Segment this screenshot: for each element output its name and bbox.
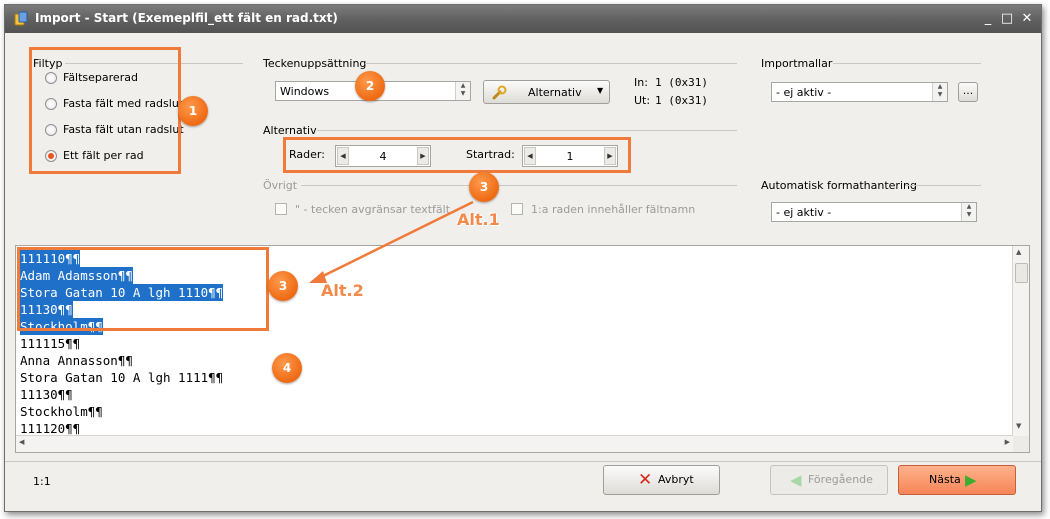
wrench-icon <box>492 85 507 100</box>
autoformat-select[interactable]: - ej aktiv - ▲ ▼ <box>771 202 977 222</box>
preview-line[interactable]: Stockholm¶¶ <box>20 403 103 420</box>
importmallar-select[interactable]: - ej aktiv - ▲ ▼ <box>771 82 948 102</box>
badge-3-alt1: 3 <box>469 172 499 202</box>
autoformat-rule <box>905 185 981 186</box>
cursor-position: 1:1 <box>33 475 51 488</box>
importmallar-value: - ej aktiv - <box>776 86 832 99</box>
autoformat-label: Automatisk formathantering <box>761 179 917 192</box>
scroll-left-icon[interactable]: ◀ <box>19 438 24 446</box>
preview-line[interactable]: 111115¶¶ <box>20 335 80 352</box>
alt2-label: Alt.2 <box>321 281 364 300</box>
charset-label: Teckenuppsättning <box>263 57 367 70</box>
spin-icon[interactable]: ▲ ▼ <box>932 83 947 101</box>
maximize-icon[interactable]: □ <box>999 11 1015 27</box>
title-bar[interactable]: Import - Start (Exemeplfil_ett fält en r… <box>5 5 1041 33</box>
badge-2: 2 <box>355 71 385 101</box>
footer-separator <box>5 461 1041 462</box>
next-button-label: Nästa <box>929 473 961 486</box>
preview-line[interactable]: Anna Annasson¶¶ <box>20 352 133 369</box>
firstrow-checkbox[interactable] <box>511 203 523 215</box>
importmallar-rule <box>833 63 981 64</box>
scroll-up-icon[interactable]: ▲ <box>1016 248 1021 256</box>
alternativ-label: Alternativ <box>263 124 317 137</box>
cancel-button[interactable]: ✕ Avbryt <box>603 465 720 495</box>
app-icon <box>14 11 28 26</box>
alternativ-button[interactable]: Alternativ ▼ <box>483 80 610 104</box>
firstrow-checkbox-label: 1:a raden innehåller fältnamn <box>531 203 696 216</box>
alt1-label: Alt.1 <box>457 210 500 229</box>
textfield-checkbox-label: " - tecken avgränsar textfält <box>295 203 451 216</box>
highlight-alternativ <box>283 137 631 173</box>
scroll-corner <box>1013 436 1029 452</box>
arrow-left-icon: ◀ <box>790 471 802 489</box>
ovrigt-rule <box>301 185 737 186</box>
window-title: Import - Start (Exemeplfil_ett fält en r… <box>35 11 338 25</box>
spin-icon[interactable]: ▲ ▼ <box>961 203 976 221</box>
ovrigt-label: Övrigt <box>263 179 298 192</box>
minimize-icon[interactable]: _ <box>980 11 996 27</box>
cancel-button-label: Avbryt <box>658 473 694 486</box>
spin-icon[interactable]: ▲ ▼ <box>455 82 470 100</box>
textfield-checkbox[interactable] <box>275 203 287 215</box>
out-label: Ut: <box>634 94 651 107</box>
arrow-right-icon: ▶ <box>965 471 977 489</box>
badge-3-alt2: 3 <box>268 271 298 301</box>
scroll-right-icon[interactable]: ▶ <box>1005 438 1010 446</box>
close-icon[interactable]: ✕ <box>1019 11 1035 27</box>
badge-1: 1 <box>178 96 208 126</box>
charset-rule <box>365 63 737 64</box>
dropdown-arrow-icon: ▼ <box>597 86 604 95</box>
importmallar-label: Importmallar <box>761 57 833 70</box>
horizontal-scrollbar[interactable]: ◀ ▶ <box>16 435 1013 452</box>
autoformat-value: - ej aktiv - <box>776 206 832 219</box>
alternativ-rule <box>317 130 737 131</box>
highlight-preview-selection <box>17 247 269 331</box>
out-value: 1 (0x31) <box>655 94 708 107</box>
previous-button[interactable]: ◀ Föregående <box>770 465 888 495</box>
alternativ-button-label: Alternativ <box>528 86 582 99</box>
cancel-x-icon: ✕ <box>638 470 653 490</box>
highlight-filtyp <box>29 47 181 174</box>
import-dialog: Import - Start (Exemeplfil_ett fält en r… <box>4 4 1042 512</box>
in-value: 1 (0x31) <box>655 76 708 89</box>
charset-value: Windows <box>280 85 330 98</box>
scroll-down-icon[interactable]: ▼ <box>1016 422 1021 430</box>
previous-button-label: Föregående <box>808 473 873 486</box>
preview-line[interactable]: 11130¶¶ <box>20 386 73 403</box>
scroll-thumb[interactable] <box>1015 263 1028 283</box>
next-button[interactable]: Nästa ▶ <box>898 465 1016 495</box>
in-label: In: <box>634 76 648 89</box>
preview-line[interactable]: Stora Gatan 10 A lgh 1111¶¶ <box>20 369 223 386</box>
badge-4: 4 <box>272 353 302 383</box>
vertical-scrollbar[interactable]: ▲ ▼ <box>1012 246 1029 452</box>
importmallar-more-button[interactable]: ... <box>958 82 978 102</box>
